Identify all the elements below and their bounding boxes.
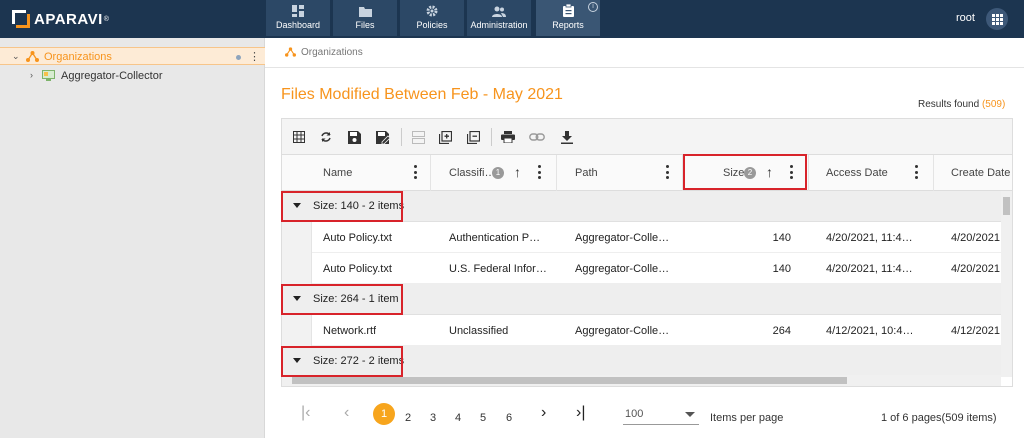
page-button[interactable]: 2 xyxy=(405,412,411,424)
print-icon[interactable] xyxy=(499,128,517,146)
refresh-icon[interactable] xyxy=(317,128,335,146)
chevron-right-icon[interactable]: › xyxy=(30,70,33,80)
tab-policies[interactable]: Policies xyxy=(400,0,464,36)
items-per-page-select[interactable]: 100 xyxy=(623,405,699,425)
copy-icon[interactable] xyxy=(464,128,482,146)
items-per-page-label: Items per page xyxy=(710,412,784,424)
column-header-name[interactable]: Name xyxy=(282,155,431,191)
status-dot xyxy=(236,55,241,60)
highlight-box-group-1 xyxy=(281,191,403,222)
apps-grid-icon xyxy=(991,13,1003,25)
folder-icon xyxy=(358,7,372,17)
tab-administration[interactable]: Administration xyxy=(467,0,531,36)
tree-label-organizations[interactable]: Organizations xyxy=(44,51,112,63)
breadcrumb[interactable]: Organizations xyxy=(301,47,363,58)
highlight-box-size-header xyxy=(683,154,807,190)
page-button[interactable]: 5 xyxy=(480,412,486,424)
sort-order-badge: 1 xyxy=(492,167,504,179)
clipboard-icon xyxy=(562,4,574,17)
table-icon[interactable] xyxy=(290,128,308,146)
sort-asc-icon[interactable]: ↑ xyxy=(514,164,521,180)
tab-dashboard[interactable]: Dashboard xyxy=(266,0,330,36)
users-icon xyxy=(492,6,506,17)
column-menu-icon[interactable] xyxy=(538,165,542,179)
aparavi-logo[interactable]: APARAVI ® xyxy=(12,9,109,29)
highlight-box-group-3 xyxy=(281,346,403,377)
download-icon[interactable] xyxy=(558,128,576,146)
add-widget-icon[interactable] xyxy=(436,128,454,146)
logo-text: APARAVI xyxy=(34,10,103,28)
logo-mark-icon xyxy=(12,10,30,28)
tree-label-aggregator-collector[interactable]: Aggregator-Collector xyxy=(61,70,163,82)
column-menu-icon[interactable] xyxy=(915,165,919,179)
organization-icon xyxy=(26,51,39,62)
page-title: Files Modified Between Feb - May 2021 xyxy=(281,86,563,103)
table-row[interactable]: Auto Policy.txt Authentication P… Aggreg… xyxy=(282,222,1001,253)
top-nav-bar: APARAVI ® Dashboard Files Policies Admini… xyxy=(0,0,1024,38)
user-name[interactable]: root xyxy=(956,12,975,24)
column-menu-icon[interactable] xyxy=(666,165,670,179)
save-icon[interactable] xyxy=(345,128,363,146)
column-header-classification[interactable]: Classifi… 1 ↑ xyxy=(431,155,557,191)
column-header-create-date[interactable]: Create Date xyxy=(934,155,1012,191)
vertical-scrollbar[interactable] xyxy=(1001,191,1012,377)
last-page-button[interactable]: ›| xyxy=(576,404,585,422)
collapse-icon[interactable] xyxy=(409,128,427,146)
results-count: (509) xyxy=(981,99,1006,110)
navigation-tree-panel: ⌄ Organizations ⋮ › Aggregator-Collector xyxy=(0,38,265,438)
tree-item-organizations[interactable] xyxy=(0,47,265,65)
computer-icon xyxy=(42,70,55,81)
column-menu-icon[interactable] xyxy=(414,165,418,179)
more-vert-icon[interactable]: ⋮ xyxy=(249,50,260,63)
page-button[interactable]: 3 xyxy=(430,412,436,424)
page-button[interactable]: 4 xyxy=(455,412,461,424)
organization-icon xyxy=(285,47,296,57)
table-row[interactable]: Network.rtf Unclassified Aggregator-Coll… xyxy=(282,315,1001,346)
column-header-path[interactable]: Path xyxy=(557,155,683,191)
info-icon[interactable]: i xyxy=(588,2,598,12)
chevron-down-icon[interactable]: ⌄ xyxy=(12,51,20,62)
save-as-icon[interactable] xyxy=(374,128,392,146)
dropdown-caret-icon xyxy=(685,412,695,417)
dashboard-icon xyxy=(292,5,304,17)
tab-files[interactable]: Files xyxy=(333,0,397,36)
page-button-current[interactable]: 1 xyxy=(373,403,395,425)
first-page-button[interactable]: |‹ xyxy=(301,404,310,422)
page-button[interactable]: 6 xyxy=(506,412,512,424)
results-found: Results found (509) xyxy=(918,99,1006,110)
link-icon[interactable] xyxy=(528,128,546,146)
apps-grid-button[interactable] xyxy=(986,8,1008,30)
pagination-summary: 1 of 6 pages(509 items) xyxy=(881,412,997,424)
table-row[interactable]: Auto Policy.txt U.S. Federal Infor… Aggr… xyxy=(282,253,1001,284)
next-page-button[interactable]: › xyxy=(541,404,546,422)
prev-page-button[interactable]: ‹ xyxy=(344,404,349,422)
column-header-access-date[interactable]: Access Date xyxy=(809,155,934,191)
gear-icon xyxy=(426,5,438,17)
grid-header: Name Classifi… 1 ↑ Path Size 2 ↑ Access … xyxy=(282,155,1012,191)
highlight-box-group-2 xyxy=(281,284,403,315)
grid-toolbar xyxy=(282,119,1012,155)
divider xyxy=(265,67,1024,68)
